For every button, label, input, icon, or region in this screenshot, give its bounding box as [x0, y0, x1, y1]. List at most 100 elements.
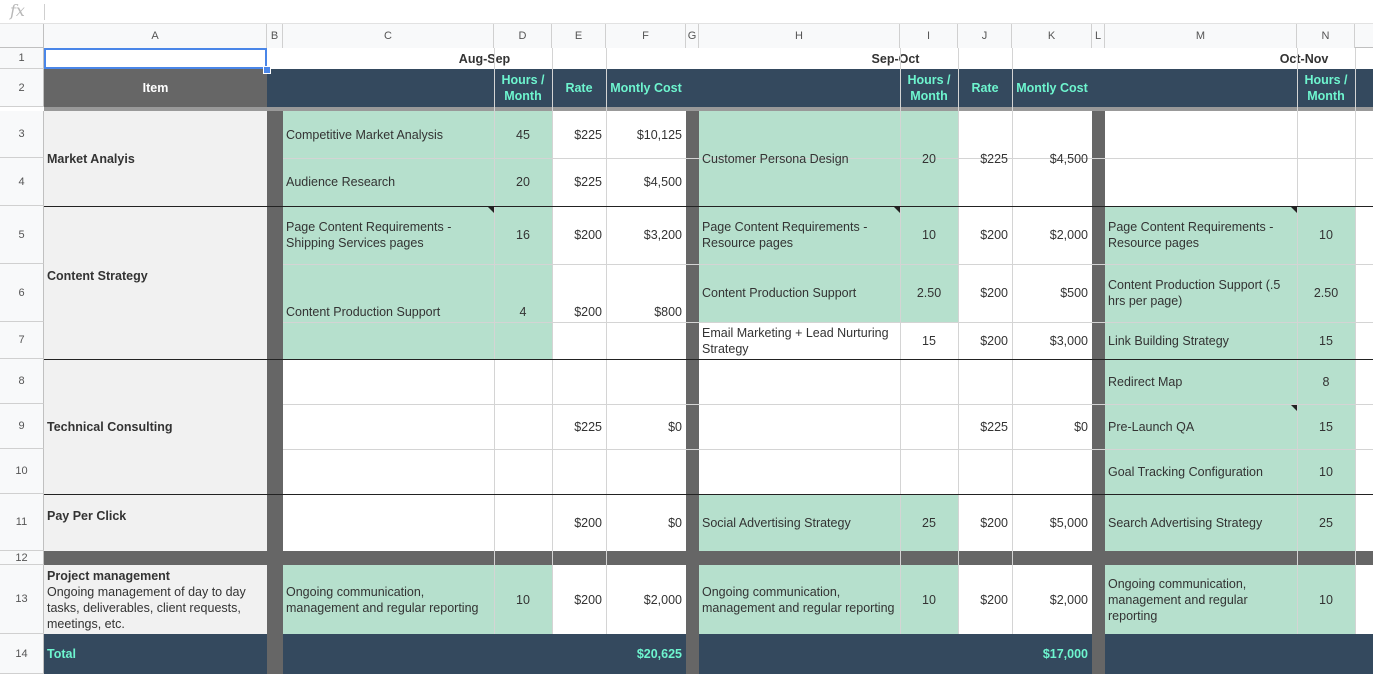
row-header-9[interactable]: 9 — [0, 404, 44, 449]
sep-rate-pm[interactable]: $200 — [958, 565, 1012, 634]
aug-rate-r4[interactable]: $225 — [552, 158, 606, 206]
sep-task-content-production-support[interactable]: Content Production Support — [699, 264, 900, 322]
oct-task-search-advertising[interactable]: Search Advertising Strategy — [1105, 494, 1297, 551]
comment-indicator[interactable] — [1291, 207, 1297, 213]
sep-hours-ppc[interactable]: 25 — [900, 494, 958, 551]
column-header-d[interactable]: D — [494, 24, 552, 48]
sep-rate-ppc[interactable]: $200 — [958, 494, 1012, 551]
aug-task-competitive-market-analysis[interactable]: Competitive Market Analysis — [283, 111, 494, 158]
sep-hours-pm[interactable]: 10 — [900, 565, 958, 634]
column-header-f[interactable]: F — [606, 24, 686, 48]
column-header-i[interactable]: I — [900, 24, 958, 48]
sep-cost-pm[interactable]: $2,000 — [1012, 565, 1092, 634]
comment-indicator[interactable] — [1291, 405, 1297, 411]
sep-rate-r5[interactable]: $200 — [958, 206, 1012, 264]
column-header-h[interactable]: H — [699, 24, 900, 48]
row-header-3[interactable]: 3 — [0, 111, 44, 158]
aug-task-ongoing-communication[interactable]: Ongoing communication, management and re… — [283, 565, 494, 634]
aug-task-content-production-support[interactable]: Content Production Support — [283, 264, 494, 359]
oct-task-redirect-map[interactable]: Redirect Map — [1105, 359, 1297, 404]
aug-cost-pm[interactable]: $2,000 — [606, 565, 686, 634]
row-header-14[interactable]: 14 — [0, 634, 44, 674]
row-header-5[interactable]: 5 — [0, 206, 44, 264]
oct-hours-r10[interactable]: 10 — [1297, 449, 1355, 494]
oct-hours-ppc[interactable]: 25 — [1297, 494, 1355, 551]
total-label[interactable]: Total — [44, 634, 267, 674]
sep-task-page-content-requirements[interactable]: Page Content Requirements - Resource pag… — [699, 206, 900, 264]
aug-cost-r3[interactable]: $10,125 — [606, 111, 686, 158]
oct-hours-r9[interactable]: 15 — [1297, 404, 1355, 449]
sep-rate-r6[interactable]: $200 — [958, 264, 1012, 322]
sep-cost-tech[interactable]: $0 — [1012, 359, 1092, 494]
aug-cost-r4[interactable]: $4,500 — [606, 158, 686, 206]
total-aug-sep[interactable]: $20,625 — [606, 634, 686, 674]
sep-task-customer-persona-design[interactable]: Customer Persona Design — [699, 111, 900, 206]
aug-cost-ppc[interactable]: $0 — [606, 494, 686, 551]
aug-rate-tech[interactable]: $225 — [552, 359, 606, 494]
sep-cost-ppc[interactable]: $5,000 — [1012, 494, 1092, 551]
sep-hours-r6[interactable]: 2.50 — [900, 264, 958, 322]
row-header-4[interactable]: 4 — [0, 158, 44, 206]
oct-task-content-production-support[interactable]: Content Production Support (.5 hrs per p… — [1105, 264, 1297, 322]
aug-rate-r3[interactable]: $225 — [552, 111, 606, 158]
row-header-7[interactable]: 7 — [0, 322, 44, 359]
aug-cost-r5[interactable]: $3,200 — [606, 206, 686, 264]
column-header-b[interactable]: B — [267, 24, 283, 48]
aug-rate-r6[interactable]: $200 — [552, 264, 606, 359]
category-pay-per-click[interactable]: Pay Per Click — [44, 494, 267, 538]
aug-hours-pm[interactable]: 10 — [494, 565, 552, 634]
row-header-1[interactable]: 1 — [0, 48, 44, 69]
aug-cost-tech[interactable]: $0 — [606, 359, 686, 494]
sep-rate-r7[interactable]: $200 — [958, 322, 1012, 359]
oct-task-goal-tracking[interactable]: Goal Tracking Configuration — [1105, 449, 1297, 494]
sep-task-social-advertising[interactable]: Social Advertising Strategy — [699, 494, 900, 551]
formula-input[interactable] — [50, 2, 1350, 22]
column-header-l[interactable]: L — [1092, 24, 1105, 48]
column-header-n[interactable]: N — [1297, 24, 1355, 48]
sep-cost-r6[interactable]: $500 — [1012, 264, 1092, 322]
aug-task-audience-research[interactable]: Audience Research — [283, 158, 494, 206]
oct-hours-r8[interactable]: 8 — [1297, 359, 1355, 404]
sep-hours-r7[interactable]: 15 — [900, 322, 958, 359]
sep-rate-market[interactable]: $225 — [958, 111, 1012, 206]
oct-hours-r6[interactable]: 2.50 — [1297, 264, 1355, 322]
category-technical-consulting[interactable]: Technical Consulting — [44, 359, 267, 494]
aug-cost-r6[interactable]: $800 — [606, 264, 686, 359]
oct-task-ongoing-communication[interactable]: Ongoing communication, management and re… — [1105, 565, 1297, 634]
row-header-13[interactable]: 13 — [0, 565, 44, 634]
active-cell-selection[interactable] — [44, 48, 267, 69]
aug-hours-r6[interactable]: 4 — [494, 264, 552, 359]
row-header-11[interactable]: 11 — [0, 494, 44, 551]
aug-task-page-content-requirements[interactable]: Page Content Requirements - Shipping Ser… — [283, 206, 494, 264]
sep-rate-tech[interactable]: $225 — [958, 359, 1012, 494]
row-header-6[interactable]: 6 — [0, 264, 44, 322]
sep-cost-r7[interactable]: $3,000 — [1012, 322, 1092, 359]
row-header-8[interactable]: 8 — [0, 359, 44, 404]
category-market-analysis[interactable]: Market Analyis — [44, 111, 267, 206]
oct-hours-r7[interactable]: 15 — [1297, 322, 1355, 359]
column-header-e[interactable]: E — [552, 24, 606, 48]
aug-hours-r5[interactable]: 16 — [494, 206, 552, 264]
aug-hours-r4[interactable]: 20 — [494, 158, 552, 206]
comment-indicator[interactable] — [894, 207, 900, 213]
comment-indicator[interactable] — [488, 207, 494, 213]
category-content-strategy[interactable]: Content Strategy — [44, 206, 267, 346]
row-header-12[interactable]: 12 — [0, 551, 44, 565]
row-header-2[interactable]: 2 — [0, 69, 44, 107]
aug-rate-pm[interactable]: $200 — [552, 565, 606, 634]
column-header-k[interactable]: K — [1012, 24, 1092, 48]
row-header-10[interactable]: 10 — [0, 449, 44, 494]
sep-cost-market[interactable]: $4,500 — [1012, 111, 1092, 206]
oct-hours-r5[interactable]: 10 — [1297, 206, 1355, 264]
sep-hours-r5[interactable]: 10 — [900, 206, 958, 264]
category-project-management[interactable]: Project management Ongoing management of… — [44, 565, 267, 634]
sep-task-email-marketing[interactable]: Email Marketing + Lead Nurturing Strateg… — [699, 322, 900, 359]
column-header-m[interactable]: M — [1105, 24, 1297, 48]
sep-cost-r5[interactable]: $2,000 — [1012, 206, 1092, 264]
oct-task-pre-launch-qa[interactable]: Pre-Launch QA — [1105, 404, 1297, 449]
oct-hours-pm[interactable]: 10 — [1297, 565, 1355, 634]
fill-handle[interactable] — [263, 66, 271, 74]
column-header-j[interactable]: J — [958, 24, 1012, 48]
select-all-corner[interactable] — [0, 24, 44, 48]
total-sep-oct[interactable]: $17,000 — [1012, 634, 1092, 674]
